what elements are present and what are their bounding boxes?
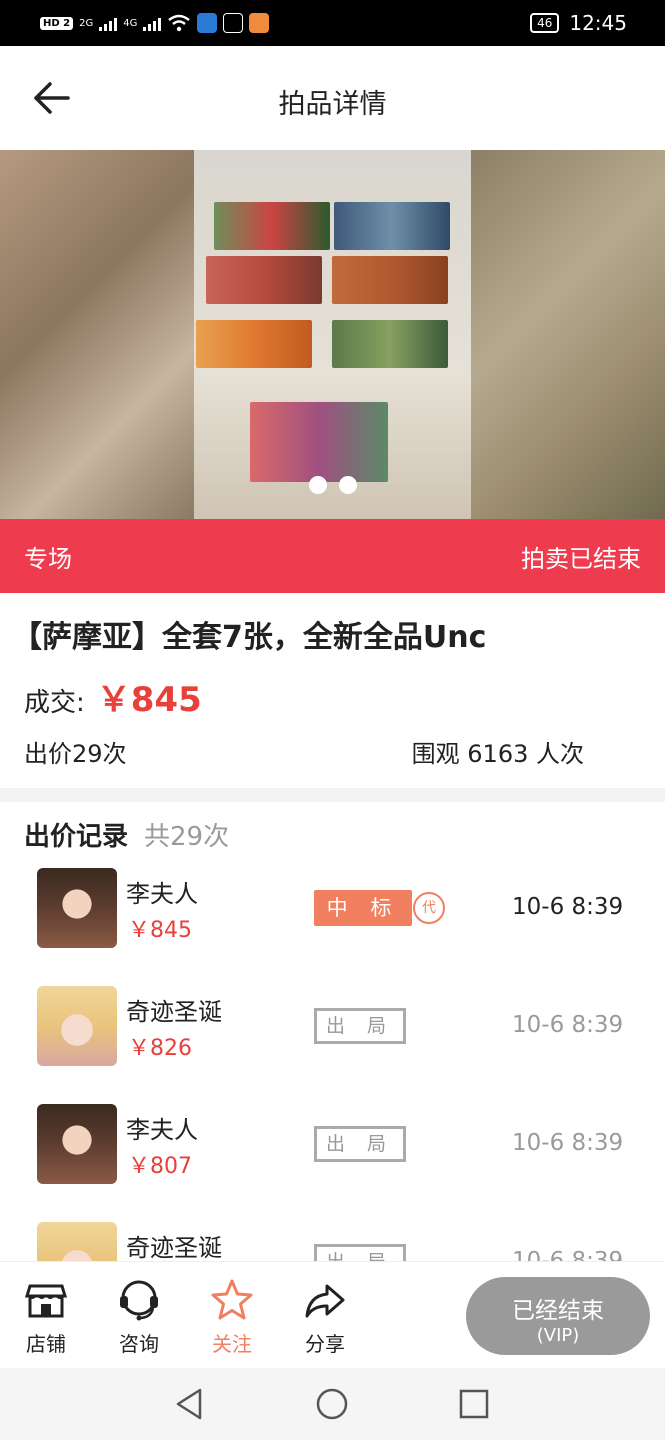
share-icon [305,1284,345,1318]
deal-price-row: 成交: ￥845 [24,672,202,721]
outbid-stamp: 出 局 [314,1126,406,1162]
signal-icon-2 [143,15,162,31]
image-gallery[interactable] [0,150,665,519]
deal-price-value: ￥845 [96,680,202,720]
bid-records-title: 出价记录 [24,822,129,852]
auction-ended-label: 拍卖已结束 [521,544,641,573]
clock: 12:45 [569,11,627,35]
bid-list[interactable]: 李夫人 ￥845 中 标 代 10-6 8:39 奇迹圣诞 ￥826 出 局 1… [0,866,665,1262]
bid-row: 奇迹圣诞 出 局 10-6 8:39 [0,1220,665,1262]
bidder-name: 奇迹圣诞 [126,998,222,1026]
gallery-next-blur [471,150,665,519]
bid-count: 出价29次 [24,740,127,768]
pagination-dot[interactable] [308,476,327,494]
bid-row: 奇迹圣诞 ￥826 出 局 10-6 8:39 [0,984,665,1066]
headset-icon [120,1280,158,1321]
bid-row: 李夫人 ￥807 出 局 10-6 8:39 [0,1102,665,1184]
app-heart-icon [249,13,270,33]
bidder-name: 李夫人 [126,880,198,908]
banknote-image [332,256,448,304]
banknote-image [250,402,388,482]
avatar [37,1104,117,1184]
hd-badge: HD 2 [40,16,74,30]
banknote-image [332,320,448,368]
shop-icon [24,1284,68,1318]
system-nav-bar [0,1368,665,1440]
bidder-name: 奇迹圣诞 [126,1234,222,1262]
shop-button[interactable]: 店铺 [11,1278,81,1357]
shop-label: 店铺 [26,1332,66,1356]
status-bar: HD 2 2G 4G 46 12:45 [0,0,665,46]
auction-ended-button[interactable]: 已经结束 (VIP) [466,1277,650,1355]
back-triangle-icon[interactable] [172,1386,208,1422]
status-left: HD 2 2G 4G [40,13,270,33]
bid-amount: ￥845 [128,918,192,943]
wifi-icon [168,14,191,32]
page-title: 拍品详情 [278,89,387,120]
bid-time: 10-6 8:39 [512,1248,624,1262]
item-stats: 出价29次 围观 6163 人次 [24,734,584,769]
avatar [37,986,117,1066]
banknote-image [206,256,322,304]
bid-records-count: 共29次 [144,822,230,852]
banknote-image [334,202,450,250]
avatar [37,1222,117,1262]
bid-time: 10-6 8:39 [512,894,624,920]
session-link[interactable]: 专场 [24,539,72,574]
auction-ended-main-label: 已经结束 [512,1298,604,1324]
follow-label: 关注 [212,1332,252,1356]
session-banner: 专场 拍卖已结束 [0,519,665,593]
signal-icon [99,15,118,31]
gallery-pagination [0,476,665,494]
follow-button[interactable]: 关注 [197,1278,267,1357]
battery-icon: 46 [530,13,560,33]
bid-time: 10-6 8:39 [512,1130,624,1156]
app-notification-icon [197,13,218,33]
outbid-stamp: 出 局 [314,1008,406,1044]
bid-row: 李夫人 ￥845 中 标 代 10-6 8:39 [0,866,665,948]
avatar [37,868,117,948]
view-count: 围观 6163 人次 [411,740,584,768]
deal-price-label: 成交: [24,688,85,718]
status-right: 46 12:45 [530,11,627,35]
outbid-stamp: 出 局 [314,1244,406,1262]
banknote-image [214,202,330,250]
bidder-name: 李夫人 [126,1116,198,1144]
winning-bid-badge: 中 标 [314,890,412,926]
recents-square-icon[interactable] [456,1386,492,1422]
banknote-photo [194,150,471,519]
star-icon [211,1279,253,1320]
home-circle-icon[interactable] [314,1386,350,1422]
bottom-action-bar: 店铺 咨询 关注 分享 已经结束 (VIP) [0,1262,665,1368]
share-button[interactable]: 分享 [290,1278,360,1357]
auction-ended-vip-label: (VIP) [536,1325,580,1346]
share-label: 分享 [305,1332,345,1356]
consult-label: 咨询 [119,1332,159,1356]
nav-bar: 拍品详情 [0,46,665,150]
gallery-prev-blur [0,150,194,519]
network-4g-label: 4G [123,17,138,29]
bid-records-header: 出价记录 共29次 [24,816,229,853]
section-divider [0,788,665,802]
pagination-dot[interactable] [338,476,357,494]
app-script-icon [223,13,244,33]
consult-button[interactable]: 咨询 [104,1278,174,1357]
proxy-bid-badge: 代 [413,892,445,924]
bid-time: 10-6 8:39 [512,1012,624,1038]
network-2g-label: 2G [79,17,94,29]
bid-amount: ￥807 [128,1154,192,1179]
item-title: 【萨摩亚】全套7张，全新全品Unc [12,620,487,655]
banknote-image [196,320,312,368]
bid-amount: ￥826 [128,1036,192,1061]
